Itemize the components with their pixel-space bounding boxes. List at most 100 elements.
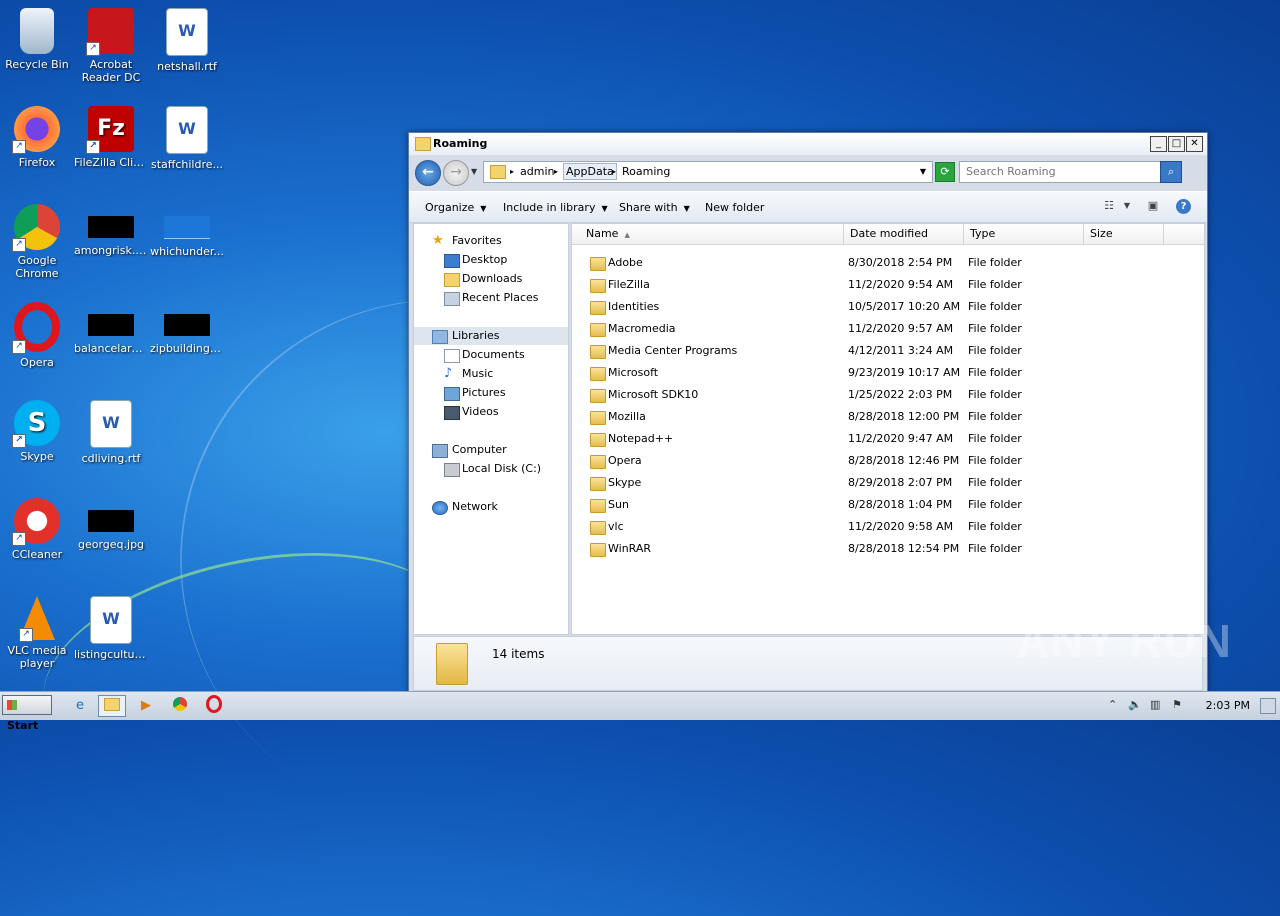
desktop-icon-staffchildre[interactable]: W staffchildre... xyxy=(150,106,224,171)
nav-pictures[interactable]: Pictures xyxy=(414,384,568,402)
search-input[interactable] xyxy=(960,162,1172,180)
view-options-dropdown-icon[interactable]: ▼ xyxy=(1118,198,1136,214)
search-icon[interactable]: ⌕ xyxy=(1160,161,1182,183)
help-icon[interactable]: ? xyxy=(1176,198,1191,214)
file-type: File folder xyxy=(968,366,1022,379)
action-center-flag-icon[interactable]: ⚑ xyxy=(1172,698,1182,711)
desktop-icon-georgeq[interactable]: georgeq.jpg xyxy=(74,498,148,551)
file-name: vlc xyxy=(608,520,624,533)
nav-documents[interactable]: Documents xyxy=(414,346,568,364)
explorer-window[interactable]: Roaming _ □ ✕ ← → ▼ ▸ admin ▸ AppData ▸ … xyxy=(408,132,1208,694)
column-header-date-modified[interactable]: Date modified xyxy=(844,224,964,244)
opera-taskbar-icon[interactable] xyxy=(200,695,228,717)
nav-downloads[interactable]: Downloads xyxy=(414,270,568,288)
show-desktop-button[interactable] xyxy=(1260,698,1276,714)
chrome-icon xyxy=(173,697,187,711)
nav-computer[interactable]: Computer xyxy=(414,441,568,459)
title-bar[interactable]: Roaming _ □ ✕ xyxy=(409,133,1207,155)
nav-libraries[interactable]: Libraries xyxy=(414,327,568,345)
network-status-icon[interactable]: ▥ xyxy=(1150,698,1160,711)
file-row[interactable]: Skype 8/29/2018 2:07 PM File folder xyxy=(572,472,1204,494)
desktop-icon-firefox[interactable]: ↗ Firefox xyxy=(0,106,74,169)
desktop-icon-recycle-bin[interactable]: Recycle Bin xyxy=(0,8,74,71)
nav-favorites[interactable]: ★ Favorites xyxy=(414,232,568,250)
file-row[interactable]: Sun 8/28/2018 1:04 PM File folder xyxy=(572,494,1204,516)
nav-network[interactable]: Network xyxy=(414,498,568,516)
maximize-button[interactable]: □ xyxy=(1168,136,1185,152)
address-bar[interactable]: ▸ admin ▸ AppData ▸ Roaming ▼ xyxy=(483,161,933,183)
chevron-down-icon: ▼ xyxy=(480,204,487,213)
file-row[interactable]: Identities 10/5/2017 10:20 AM File folder xyxy=(572,296,1204,318)
breadcrumb-separator-icon[interactable]: ▸ xyxy=(554,167,558,176)
breadcrumb-separator-icon[interactable]: ▸ xyxy=(612,167,616,176)
media-player-icon[interactable]: ▶ xyxy=(132,695,160,717)
file-date-modified: 1/25/2022 2:03 PM xyxy=(848,388,953,401)
breadcrumb-separator-icon[interactable]: ▸ xyxy=(510,167,514,176)
chrome-taskbar-icon[interactable] xyxy=(166,695,194,717)
desktop-icon-cdliving[interactable]: W cdliving.rtf xyxy=(74,400,148,465)
desktop-icon-zipbuilding[interactable]: zipbuilding.jpg xyxy=(150,302,224,355)
file-type: File folder xyxy=(968,454,1022,467)
clock[interactable]: 2:03 PM xyxy=(1206,699,1250,712)
volume-icon[interactable]: 🔈 xyxy=(1128,698,1142,711)
recent-pages-dropdown[interactable]: ▼ xyxy=(471,167,477,176)
nav-videos[interactable]: Videos xyxy=(414,403,568,421)
desktop-icon-listingcultur[interactable]: W listingcultur... xyxy=(74,596,148,661)
file-row[interactable]: Media Center Programs 4/12/2011 3:24 AM Fi… xyxy=(572,340,1204,362)
desktop-icon-netshall[interactable]: W netshall.rtf xyxy=(150,8,224,73)
minimize-button[interactable]: _ xyxy=(1150,136,1167,152)
start-button[interactable]: Start xyxy=(2,695,52,732)
share-with-label: Share with xyxy=(619,201,678,214)
file-row[interactable]: Microsoft SDK10 1/25/2022 2:03 PM File fol… xyxy=(572,384,1204,406)
forward-button[interactable]: → xyxy=(443,160,469,186)
file-row[interactable]: Adobe 8/30/2018 2:54 PM File folder xyxy=(572,252,1204,274)
change-view-icon[interactable]: ☷ xyxy=(1100,198,1118,214)
desktop-icon-amongrisk[interactable]: amongrisk.jpg xyxy=(74,204,148,257)
explorer-taskbar-button[interactable] xyxy=(98,695,126,717)
file-row[interactable]: Macromedia 11/2/2020 9:57 AM File folder xyxy=(572,318,1204,340)
include-in-library-button[interactable]: Include in library ▼ xyxy=(503,201,608,214)
column-header-name[interactable]: Name ▲ xyxy=(572,224,844,244)
desktop-icon-chrome[interactable]: ↗ Google Chrome xyxy=(0,204,74,280)
refresh-button[interactable]: ⟳ xyxy=(935,162,955,182)
desktop-icon-whichunder[interactable]: whichunder... xyxy=(150,204,224,258)
nav-desktop[interactable]: Desktop xyxy=(414,251,568,269)
desktop-icon-skype[interactable]: S ↗ Skype xyxy=(0,400,74,463)
nav-recent-places[interactable]: Recent Places xyxy=(414,289,568,307)
desktop-icon-filezilla[interactable]: Fz ↗ FileZilla Client xyxy=(74,106,148,169)
desktop-icon-acrobat[interactable]: ↗ Acrobat Reader DC xyxy=(74,8,148,84)
breadcrumb-roaming[interactable]: Roaming xyxy=(622,165,670,178)
desktop-icon-vlc[interactable]: ↗ VLC media player xyxy=(0,596,74,670)
preview-pane-icon[interactable]: ▣ xyxy=(1144,198,1162,214)
organize-button[interactable]: Organize ▼ xyxy=(425,201,486,214)
breadcrumb-admin[interactable]: admin xyxy=(520,165,554,178)
file-row[interactable]: FileZilla 11/2/2020 9:54 AM File folder xyxy=(572,274,1204,296)
desktop-icon-opera[interactable]: ↗ Opera xyxy=(0,302,74,369)
file-row[interactable]: Microsoft 9/23/2019 10:17 AM File folder xyxy=(572,362,1204,384)
close-button[interactable]: ✕ xyxy=(1186,136,1203,152)
file-name: Opera xyxy=(608,454,642,467)
nav-music[interactable]: ♪ Music xyxy=(414,365,568,383)
new-folder-button[interactable]: New folder xyxy=(705,201,764,214)
nav-local-disk[interactable]: Local Disk (C:) xyxy=(414,460,568,478)
desktop-icon-balancelarg[interactable]: balancelarg... xyxy=(74,302,148,355)
back-button[interactable]: ← xyxy=(415,160,441,186)
show-hidden-icons-icon[interactable]: ⌃ xyxy=(1108,698,1117,711)
search-box[interactable]: ⌕ xyxy=(959,161,1182,183)
file-row[interactable]: WinRAR 8/28/2018 12:54 PM File folder xyxy=(572,538,1204,560)
music-note-icon: ♪ xyxy=(444,366,453,381)
file-row[interactable]: Opera 8/28/2018 12:46 PM File folder xyxy=(572,450,1204,472)
image-thumbnail xyxy=(164,216,210,239)
column-header-type[interactable]: Type xyxy=(964,224,1084,244)
folder-icon xyxy=(590,301,606,315)
file-row[interactable]: Notepad++ 11/2/2020 9:47 AM File folder xyxy=(572,428,1204,450)
start-label: Start xyxy=(7,719,39,732)
file-row[interactable]: vlc 11/2/2020 9:58 AM File folder xyxy=(572,516,1204,538)
internet-explorer-icon[interactable]: e xyxy=(66,695,94,717)
file-row[interactable]: Mozilla 8/28/2018 12:00 PM File folder xyxy=(572,406,1204,428)
column-header-size[interactable]: Size xyxy=(1084,224,1164,244)
share-with-button[interactable]: Share with ▼ xyxy=(619,201,690,214)
desktop-icon-ccleaner[interactable]: ↗ CCleaner xyxy=(0,498,74,561)
breadcrumb-appdata[interactable]: AppData xyxy=(563,163,617,180)
address-dropdown-icon[interactable]: ▼ xyxy=(914,162,932,182)
